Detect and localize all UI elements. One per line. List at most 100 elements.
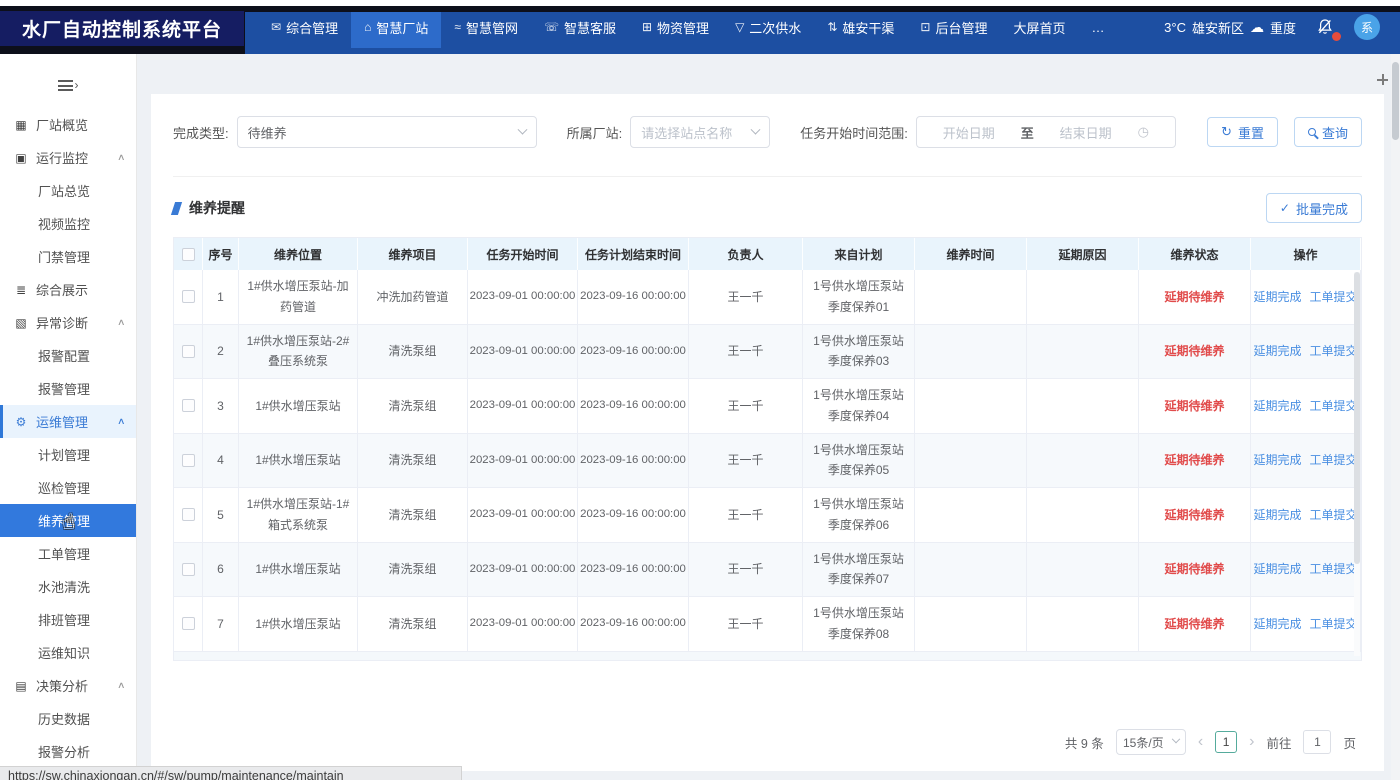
cell-location: 1#供水增压泵站 <box>239 543 358 597</box>
sidebar-item[interactable]: ⚙ 运维管理 ∧ <box>0 405 136 438</box>
sidebar-collapse-button[interactable]: › <box>55 74 81 96</box>
sidebar-item[interactable]: 工单管理 <box>0 537 136 570</box>
nav-item[interactable]: ⊡ 后台管理 <box>907 6 1000 48</box>
search-button[interactable]: 查询 <box>1294 117 1362 147</box>
column-header: 维养时间 <box>915 238 1027 270</box>
work-order-submit-link[interactable]: 工单提交 <box>1310 614 1358 634</box>
caret-up-icon: ∧ <box>117 680 126 691</box>
nav-item[interactable]: … <box>1078 6 1117 48</box>
row-checkbox[interactable] <box>182 290 195 303</box>
sidebar-item-label: 报警管理 <box>38 379 90 398</box>
delay-complete-link[interactable]: 延期完成 <box>1253 614 1301 634</box>
completion-type-label: 完成类型: <box>173 123 229 142</box>
page-scrollbar-thumb[interactable] <box>1392 62 1399 140</box>
row-checkbox[interactable] <box>182 399 195 412</box>
cell-location: 1#供水增压泵站-2#叠压系统泵 <box>239 325 358 379</box>
table-header-row: 序号 维养位置 维养项目 任务开始时间 任务计划结束时间 负责人 来自计划 维 <box>174 238 1361 270</box>
sidebar-item[interactable]: ≣ 综合展示 <box>0 273 136 306</box>
row-checkbox[interactable] <box>182 617 195 630</box>
delay-complete-link[interactable]: 延期完成 <box>1253 396 1301 416</box>
completion-type-select[interactable]: 待维养 <box>237 116 537 148</box>
prev-page-button[interactable]: ‹ <box>1198 734 1203 750</box>
nav-item[interactable]: ⌂ 智慧厂站 <box>351 6 441 48</box>
status-badge: 延期待维养 <box>1139 543 1251 597</box>
sidebar-item[interactable]: 门禁管理 <box>0 240 136 273</box>
date-range-input[interactable]: 开始日期 至 结束日期 ◷ <box>916 116 1176 148</box>
column-header: 任务开始时间 <box>468 238 578 270</box>
pin-icon[interactable] <box>1377 74 1388 85</box>
nav-item[interactable]: ⇅ 雄安干渠 <box>814 6 907 48</box>
work-order-submit-link[interactable]: 工单提交 <box>1310 450 1358 470</box>
work-order-submit-link[interactable]: 工单提交 <box>1310 505 1358 525</box>
sidebar-item[interactable]: 计划管理 <box>0 438 136 471</box>
start-date-input[interactable]: 开始日期 <box>943 123 995 142</box>
delay-complete-link[interactable]: 延期完成 <box>1253 505 1301 525</box>
nav-item[interactable]: ⊞ 物资管理 <box>629 6 722 48</box>
sidebar-item[interactable]: 水池清洗 <box>0 570 136 603</box>
station-select[interactable]: 请选择站点名称 <box>630 116 770 148</box>
refresh-icon: ↻ <box>1221 124 1232 140</box>
table-row: 2 1#供水增压泵站-2#叠压系统泵 清洗泵组 2023-09-01 00:00… <box>174 325 1361 380</box>
row-checkbox[interactable] <box>182 563 195 576</box>
sidebar-item[interactable]: 报警配置 <box>0 339 136 372</box>
sidebar-item[interactable]: ▧ 异常诊断 ∧ <box>0 306 136 339</box>
top-navbar: 水厂自动控制系统平台 ✉ 综合管理 ⌂ 智慧厂站 ≈ 智慧管网 <box>0 6 1400 54</box>
delay-complete-link[interactable]: 延期完成 <box>1253 559 1301 579</box>
sidebar-item[interactable]: ▣ 运行监控 ∧ <box>0 141 136 174</box>
reset-button[interactable]: ↻ 重置 <box>1207 117 1278 147</box>
delay-complete-link[interactable]: 延期完成 <box>1253 287 1301 307</box>
nav-item[interactable]: ☏ 智慧客服 <box>531 6 629 48</box>
nav-item[interactable]: 大屏首页 <box>1000 6 1078 48</box>
checkbox-cell <box>174 325 203 379</box>
select-all-checkbox[interactable] <box>182 248 195 261</box>
work-order-submit-link[interactable]: 工单提交 <box>1310 341 1358 361</box>
checkbox-cell <box>174 270 203 324</box>
page-size-value: 15条/页 <box>1123 734 1164 751</box>
notifications-bell-icon[interactable] <box>1316 18 1334 36</box>
sidebar: › ▦ 厂站概览 ▣ 运行监控 ∧ 厂站总览 <box>0 54 137 780</box>
work-order-submit-link[interactable]: 工单提交 <box>1310 559 1358 579</box>
goto-page-input[interactable]: 1 <box>1303 730 1331 754</box>
cell-maintain-time <box>915 543 1027 597</box>
current-page[interactable]: 1 <box>1215 731 1237 753</box>
row-checkbox[interactable] <box>182 454 195 467</box>
avatar[interactable]: 系 <box>1354 14 1380 40</box>
status-badge: 延期待维养 <box>1139 325 1251 379</box>
table-row: 6 1#供水增压泵站 清洗泵组 2023-09-01 00:00:00 2023… <box>174 543 1361 598</box>
table-row: 4 1#供水增压泵站 清洗泵组 2023-09-01 00:00:00 2023… <box>174 434 1361 489</box>
table-scrollbar[interactable] <box>1354 272 1360 656</box>
row-checkbox[interactable] <box>182 508 195 521</box>
table-scrollbar-thumb[interactable] <box>1354 272 1360 564</box>
nav-item-label: 智慧管网 <box>466 18 518 37</box>
section-icon <box>171 202 182 215</box>
column-header: 负责人 <box>689 238 803 270</box>
page-size-select[interactable]: 15条/页 <box>1116 729 1186 755</box>
delay-complete-link[interactable]: 延期完成 <box>1253 341 1301 361</box>
nav-item[interactable]: ▽ 二次供水 <box>722 6 814 48</box>
nav-item[interactable]: ✉ 综合管理 <box>258 6 351 48</box>
cell-plan: 1号供水增压泵站季度保养07 <box>803 543 915 597</box>
sidebar-item[interactable]: 视频监控 <box>0 207 136 240</box>
work-order-submit-link[interactable]: 工单提交 <box>1310 396 1358 416</box>
row-checkbox[interactable] <box>182 345 195 358</box>
sidebar-item[interactable]: 报警分析 <box>0 735 136 768</box>
sidebar-item[interactable]: ▦ 厂站概览 <box>0 108 136 141</box>
cell-project: 清洗泵组 <box>358 543 468 597</box>
nav-item[interactable]: ≈ 智慧管网 <box>441 6 531 48</box>
next-page-button[interactable]: › <box>1249 734 1254 750</box>
work-order-submit-link[interactable]: 工单提交 <box>1310 287 1358 307</box>
cell-start-time: 2023-09-01 00:00:00 <box>468 379 578 433</box>
sidebar-item[interactable]: 历史数据 <box>0 702 136 735</box>
page-scrollbar[interactable] <box>1391 54 1400 780</box>
cell-end-time: 2023-09-16 00:00:00 <box>578 325 689 379</box>
clock-icon: ◷ <box>1138 124 1149 140</box>
sidebar-item[interactable]: ▤ 决策分析 ∧ <box>0 669 136 702</box>
delay-complete-link[interactable]: 延期完成 <box>1253 450 1301 470</box>
sidebar-item[interactable]: 报警管理 <box>0 372 136 405</box>
sidebar-item[interactable]: 运维知识 <box>0 636 136 669</box>
sidebar-item[interactable]: 厂站总览 <box>0 174 136 207</box>
sidebar-item[interactable]: 巡检管理 <box>0 471 136 504</box>
sidebar-item[interactable]: 排班管理 <box>0 603 136 636</box>
end-date-input[interactable]: 结束日期 <box>1060 123 1112 142</box>
batch-complete-button[interactable]: ✓ 批量完成 <box>1266 193 1362 223</box>
